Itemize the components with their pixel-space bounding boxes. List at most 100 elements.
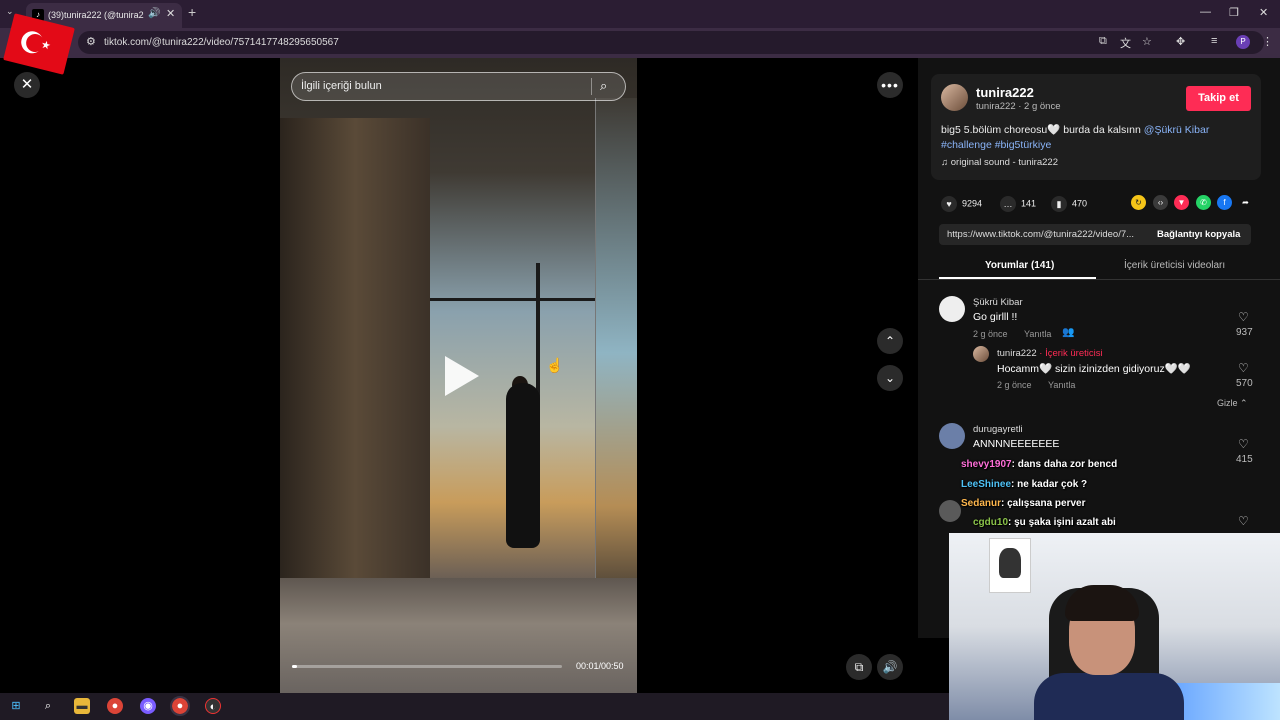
reply-author: tunira222 · İçerik üreticisi: [997, 348, 1103, 359]
windows-start-icon[interactable]: ⊞: [8, 698, 24, 714]
reply-text: Hocamm🤍 sizin izinizden gidiyoruz🤍🤍: [997, 363, 1191, 375]
copy-link-button[interactable]: Bağlantıyı kopyala: [1157, 229, 1240, 240]
video-progress-bar[interactable]: [292, 665, 562, 668]
hand-cursor-icon: ☝: [546, 357, 564, 373]
author-avatar[interactable]: [941, 84, 968, 111]
comment-author[interactable]: Şükrü Kibar: [973, 297, 1023, 308]
tab-comments[interactable]: Yorumlar (141): [985, 260, 1054, 271]
extensions-icon[interactable]: ✥: [1176, 35, 1185, 48]
embed-icon[interactable]: ‹›: [1153, 195, 1168, 210]
close-icon[interactable]: ✕: [14, 72, 40, 98]
tab-creator-videos[interactable]: İçerik üreticisi videoları: [1124, 260, 1225, 271]
search-icon[interactable]: ⌕: [40, 698, 56, 714]
volume-icon[interactable]: 🔊: [877, 654, 903, 680]
chat-text: : ne kadar çok ?: [1011, 479, 1088, 490]
comment-count: 141: [1021, 198, 1037, 209]
discord-icon[interactable]: ◉: [140, 698, 156, 714]
tab-search-icon[interactable]: ⌄: [6, 6, 14, 17]
heart-icon: ♥: [941, 196, 957, 212]
sound-link[interactable]: ♫ original sound - tunira222: [941, 157, 1058, 168]
chat-text: : çalışsana perver: [1001, 498, 1086, 509]
post-description: big5 5.bölüm choreosu🤍 burda da kalsınn …: [941, 123, 1241, 152]
tab-divider: [918, 279, 1280, 280]
send-icon[interactable]: ▼: [1174, 195, 1189, 210]
chat-user: shevy1907: [961, 459, 1012, 470]
profile-avatar[interactable]: P: [1236, 35, 1250, 49]
comment-avatar[interactable]: [939, 296, 965, 322]
like-stat[interactable]: ♥ 9294: [941, 196, 982, 212]
save-count: 470: [1072, 198, 1088, 209]
comment-avatar[interactable]: [939, 423, 965, 449]
more-options-button[interactable]: •••: [877, 72, 903, 98]
chat-text: : dans daha zor bencd: [1011, 459, 1118, 470]
comment-like-icon[interactable]: ♡: [1238, 310, 1249, 324]
webcam-overlay: [949, 533, 1280, 720]
like-count: 9294: [962, 198, 983, 209]
author-subtitle: tunira222 · 2 g önce: [976, 101, 1061, 112]
new-tab-button[interactable]: +: [188, 4, 196, 20]
comment-author[interactable]: durugayretli: [973, 424, 1023, 435]
chat-message: LeeShinee: ne kadar çok ?: [961, 479, 1087, 490]
comment-text: ANNNNEEEEEEE: [973, 438, 1060, 450]
save-stat[interactable]: ▮ 470: [1051, 196, 1087, 212]
minimize-button[interactable]: —: [1200, 6, 1211, 18]
hashtags[interactable]: #challenge #big5türkiye: [941, 139, 1051, 151]
comment-stat[interactable]: … 141: [1000, 196, 1036, 212]
search-placeholder: İlgili içeriği bulun: [301, 80, 382, 92]
next-video-button[interactable]: ⌄: [877, 365, 903, 391]
site-info-icon[interactable]: ⚙: [86, 35, 96, 48]
facebook-icon[interactable]: f: [1217, 195, 1232, 210]
follow-button[interactable]: Takip et: [1186, 86, 1251, 111]
speaker-icon[interactable]: 🔊: [148, 8, 160, 19]
reply-author-name[interactable]: tunira222: [997, 348, 1037, 359]
url-text[interactable]: tiktok.com/@tunira222/video/757141774829…: [104, 37, 339, 48]
chat-user: cgdu10: [973, 517, 1009, 528]
whatsapp-icon[interactable]: ✆: [1196, 195, 1211, 210]
tab-title: (39)tunira222 (@tunira222): [48, 10, 144, 20]
menu-icon[interactable]: ⋮: [1262, 35, 1273, 48]
reply-button[interactable]: Yanıtla: [1048, 380, 1075, 390]
reply-like-icon[interactable]: ♡: [1238, 361, 1249, 375]
hide-label: Gizle: [1217, 398, 1238, 408]
comment-time: 2 g önce: [973, 329, 1008, 339]
comment-icon: …: [1000, 196, 1016, 212]
reply-avatar[interactable]: [973, 346, 989, 362]
chrome-icon[interactable]: ●: [107, 698, 123, 714]
restore-button[interactable]: ❐: [1229, 6, 1239, 19]
play-icon[interactable]: [445, 356, 479, 396]
bookmark-icon: ▮: [1051, 196, 1067, 212]
translate-icon[interactable]: 文: [1120, 35, 1131, 51]
file-explorer-icon[interactable]: ▬: [74, 698, 90, 714]
creator-liked-icon: 👥: [1062, 327, 1075, 338]
comment-avatar[interactable]: [939, 500, 961, 522]
search-divider: [591, 78, 592, 95]
chrome-active-icon[interactable]: ●: [170, 696, 190, 716]
mention-link[interactable]: @Şükrü Kibar: [1144, 124, 1210, 136]
creator-badge: · İçerik üreticisi: [1036, 348, 1103, 359]
repost-icon[interactable]: ↻: [1131, 195, 1146, 210]
reply-button[interactable]: Yanıtla: [1024, 329, 1051, 339]
author-name[interactable]: tunira222: [976, 85, 1034, 100]
comment-like-icon[interactable]: ♡: [1238, 437, 1249, 451]
hide-replies-button[interactable]: Gizle ⌃: [1217, 398, 1248, 409]
search-icon[interactable]: ⌕: [600, 78, 607, 94]
chevron-up-icon: ⌃: [1237, 398, 1248, 408]
mini-player-icon[interactable]: ⧉: [846, 654, 872, 680]
previous-video-button[interactable]: ⌃: [877, 328, 903, 354]
post-link[interactable]: https://www.tiktok.com/@tunira222/video/…: [947, 229, 1143, 240]
comment-text: Go girlll !!: [973, 311, 1018, 323]
share-arrow-icon[interactable]: ➦: [1238, 195, 1253, 210]
chat-user: Sedanur: [961, 498, 1002, 509]
comment-like-icon[interactable]: ♡: [1238, 514, 1249, 528]
bookmark-star-icon[interactable]: ☆: [1142, 35, 1152, 48]
chat-message: shevy1907: dans daha zor bencd: [961, 459, 1117, 470]
progress-fill: [292, 665, 298, 668]
video-time: 00:01/00:50: [576, 661, 624, 671]
install-app-icon[interactable]: ⧉: [1099, 35, 1107, 48]
comment-like-count: 415: [1236, 454, 1253, 465]
close-tab-icon[interactable]: ✕: [166, 7, 175, 20]
reply-time: 2 g önce: [997, 380, 1032, 390]
media-controls-icon[interactable]: ≡: [1211, 35, 1217, 47]
obs-icon[interactable]: ◐: [205, 698, 221, 714]
close-window-button[interactable]: ✕: [1259, 6, 1268, 19]
